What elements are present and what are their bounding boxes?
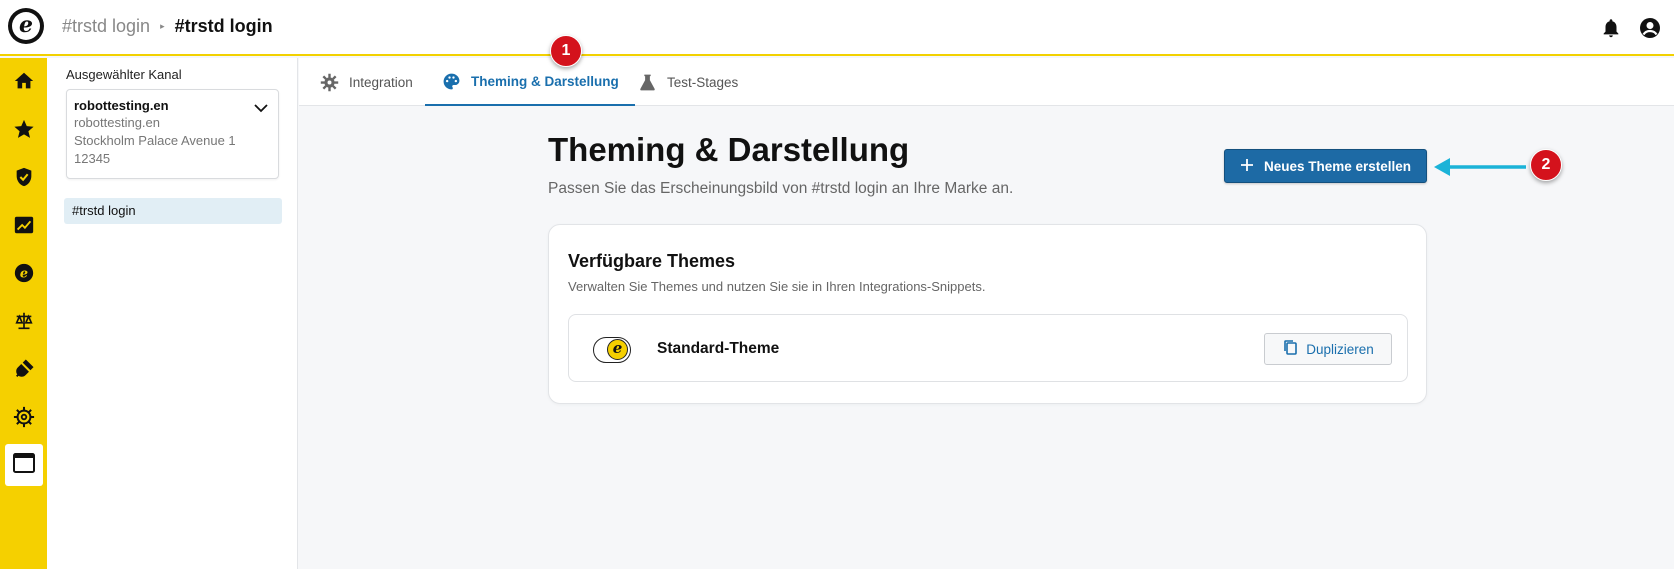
breadcrumb-current: #trstd login (174, 16, 273, 36)
step-marker-2: 2 (1530, 149, 1562, 181)
step-marker-1: 1 (550, 35, 582, 67)
nav-reviews[interactable] (5, 110, 43, 152)
theme-badge-icon: e (593, 337, 631, 363)
channel-domain: robottesting.en (74, 115, 161, 130)
nav-brand[interactable]: e (5, 254, 43, 296)
plug-icon (13, 358, 35, 385)
annotation-arrow-icon (1434, 158, 1526, 176)
sidebar-item-trstd-login[interactable]: #trstd login (64, 198, 282, 224)
tab-test-stages[interactable]: Test-Stages (637, 58, 738, 106)
tab-label: Theming & Darstellung (471, 73, 619, 89)
theme-name: Standard-Theme (657, 340, 780, 357)
svg-text:e: e (20, 266, 28, 281)
browser-window-icon (12, 452, 36, 479)
top-header: e #trstd login ▸ #trstd login (0, 0, 1674, 56)
duplicate-button[interactable]: Duplizieren (1264, 333, 1392, 365)
breadcrumb-parent[interactable]: #trstd login (62, 16, 150, 37)
tab-bar: Integration Theming & Darstellung Test-S… (299, 58, 1674, 106)
new-theme-button[interactable]: Neues Theme erstellen (1224, 149, 1427, 183)
nav-settings[interactable] (5, 398, 43, 440)
account-icon[interactable] (1638, 16, 1662, 45)
tab-label: Test-Stages (667, 74, 739, 90)
scales-icon (13, 310, 35, 337)
channel-zip: 12345 (74, 151, 111, 166)
brand-logo[interactable]: e (8, 8, 44, 44)
chevron-down-icon[interactable] (254, 100, 268, 118)
themes-card: Verfügbare Themes Verwalten Sie Themes u… (548, 224, 1427, 404)
palette-icon (441, 71, 461, 91)
themes-card-subtitle: Verwalten Sie Themes und nutzen Sie sie … (568, 279, 986, 294)
channel-address: Stockholm Palace Avenue 1 (74, 133, 236, 148)
channel-sidebar: Ausgewählter Kanal robottesting.en robot… (47, 58, 298, 569)
channel-name: robottesting.en (74, 98, 169, 113)
page-title: Theming & Darstellung (548, 131, 910, 168)
page-subtitle: Passen Sie das Erscheinungsbild von #trs… (548, 180, 1014, 197)
brand-e-icon: e (13, 262, 35, 289)
gear-icon (13, 406, 35, 433)
nav-protection[interactable] (5, 158, 43, 200)
themes-card-title: Verfügbare Themes (568, 251, 736, 271)
tab-integration[interactable]: Integration (319, 58, 413, 106)
home-icon (13, 70, 35, 97)
chart-icon (13, 214, 35, 241)
new-theme-button-label: Neues Theme erstellen (1263, 158, 1412, 174)
bell-icon[interactable] (1600, 17, 1622, 44)
tab-label: Integration (349, 74, 413, 90)
channel-select[interactable]: robottesting.en robottesting.en Stockhol… (66, 89, 279, 179)
star-icon (13, 118, 35, 145)
duplicate-button-label: Duplizieren (1306, 341, 1374, 357)
nav-integrations[interactable] (5, 350, 43, 392)
gear-icon (319, 72, 339, 92)
breadcrumb-separator-icon: ▸ (160, 21, 165, 31)
theme-badge-letter: e (607, 339, 628, 360)
nav-web-components[interactable] (5, 444, 43, 486)
brand-logo-letter: e (12, 12, 40, 40)
nav-analytics[interactable] (5, 206, 43, 248)
tab-theming[interactable]: Theming & Darstellung (425, 58, 635, 106)
nav-legal[interactable] (5, 302, 43, 344)
copy-icon (1282, 339, 1298, 359)
breadcrumb: #trstd login ▸ #trstd login (62, 16, 273, 37)
theme-list-item: e Standard-Theme Duplizieren (568, 314, 1408, 382)
main-nav-rail: e (0, 58, 47, 569)
channel-select-label: Ausgewählter Kanal (66, 67, 182, 82)
nav-home[interactable] (5, 62, 43, 104)
plus-icon (1240, 158, 1254, 175)
shield-icon (13, 166, 35, 193)
flask-icon (637, 72, 657, 92)
